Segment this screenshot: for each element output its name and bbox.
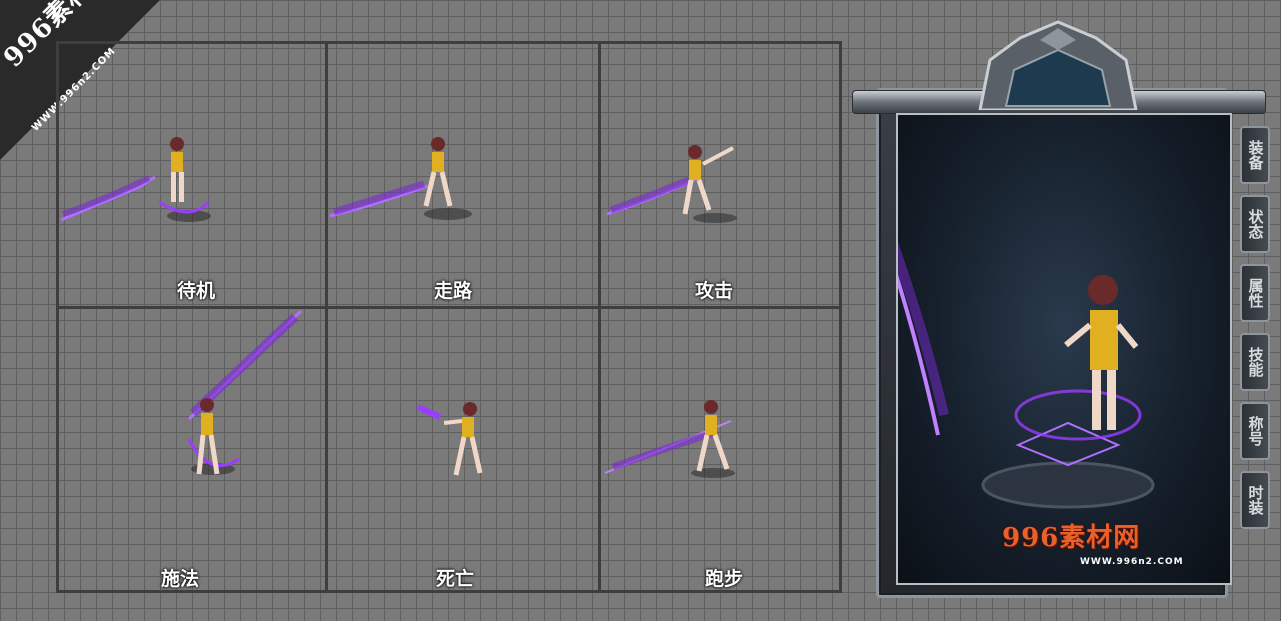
anim-label-walk: 走路	[434, 280, 473, 302]
site-logo-url: WWW.996n2.COM	[1080, 557, 1184, 567]
anim-label-death: 死亡	[436, 568, 475, 590]
sprite-run	[604, 400, 735, 478]
sprite-walk	[329, 137, 472, 220]
tab-label: 称号	[1246, 416, 1265, 446]
anim-cell-walk: 走路	[328, 44, 598, 306]
anim-label-idle: 待机	[177, 280, 216, 302]
anim-cell-cast: 施法	[59, 309, 325, 593]
tab-label: 属性	[1246, 278, 1265, 308]
tab-attributes[interactable]: 属性	[1240, 264, 1270, 322]
tab-label: 装备	[1246, 140, 1265, 170]
anim-cell-death: 死亡	[328, 309, 598, 593]
tab-equipment[interactable]: 装备	[1240, 126, 1270, 184]
animation-grid: 待机 走路 攻击 施法 死亡 跑步	[56, 41, 842, 593]
character-preview	[856, 113, 1232, 585]
sprite-attack	[606, 145, 737, 223]
anim-cell-run: 跑步	[601, 309, 842, 593]
anim-label-attack: 攻击	[695, 280, 734, 302]
tab-label: 技能	[1246, 347, 1265, 377]
crest-ornament	[978, 20, 1138, 110]
character-panel: 装备 状态 属性 技能 称号 时装 996素材网 WWW.996n2.COM	[852, 20, 1278, 602]
tab-status[interactable]: 状态	[1240, 195, 1270, 253]
tab-skills[interactable]: 技能	[1240, 333, 1270, 391]
site-logo: 996素材网	[1002, 523, 1141, 553]
anim-label-cast: 施法	[161, 568, 200, 590]
panel-tabs: 装备 状态 属性 技能 称号 时装	[1240, 126, 1272, 540]
anim-cell-attack: 攻击	[601, 44, 842, 306]
tab-label: 状态	[1246, 209, 1265, 239]
sprite-idle	[60, 137, 211, 222]
tab-label: 时装	[1246, 485, 1265, 515]
character-model	[856, 164, 1155, 509]
sprite-cast	[187, 309, 303, 475]
anim-cell-idle: 待机	[59, 44, 325, 306]
tab-fashion[interactable]: 时装	[1240, 471, 1270, 529]
anim-label-run: 跑步	[705, 568, 744, 590]
tab-titles[interactable]: 称号	[1240, 402, 1270, 460]
sprite-death	[416, 402, 483, 476]
